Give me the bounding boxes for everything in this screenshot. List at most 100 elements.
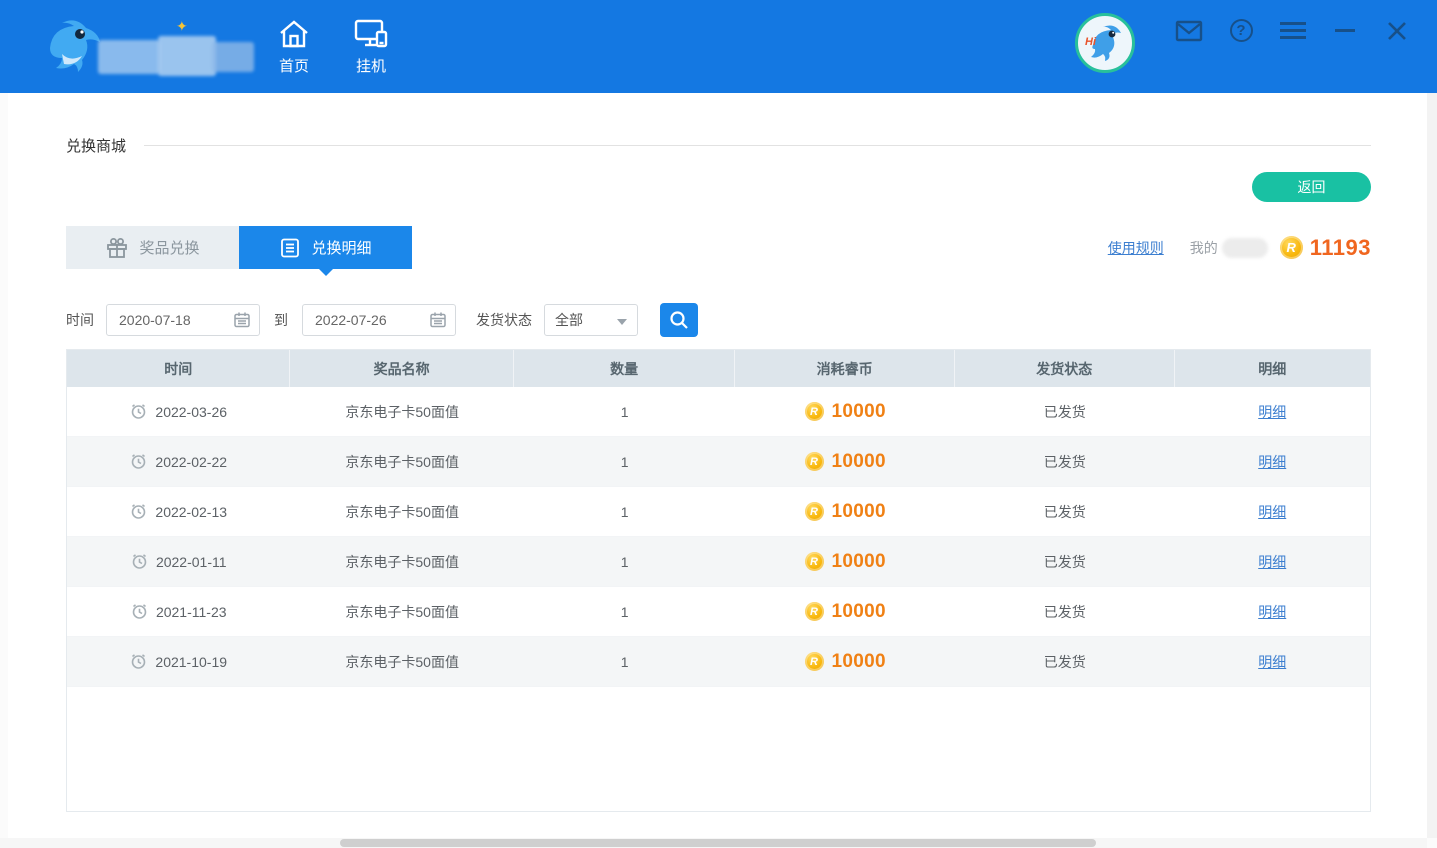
row-status: 已发货: [955, 587, 1175, 636]
app-logo: ✦: [40, 12, 255, 82]
table-row: 2021-10-19 京东电子卡50面值 1 R10000 已发货 明细: [67, 637, 1370, 687]
clock-icon: [130, 503, 147, 520]
time-filter-label: 时间: [66, 310, 94, 330]
table-row: 2021-11-23 京东电子卡50面值 1 R10000 已发货 明细: [67, 587, 1370, 637]
row-date: 2022-02-22: [155, 454, 227, 470]
row-status: 已发货: [955, 537, 1175, 586]
clock-icon: [130, 653, 147, 670]
avatar-hi-text: Hi: [1085, 36, 1096, 48]
censored-logo-text: [212, 42, 254, 72]
close-icon[interactable]: [1383, 18, 1411, 44]
row-date: 2022-01-11: [156, 554, 227, 570]
row-detail-link[interactable]: 明细: [1258, 552, 1286, 572]
row-detail-link[interactable]: 明细: [1258, 502, 1286, 522]
row-detail-link[interactable]: 明细: [1258, 602, 1286, 622]
balance-area: 使用规则 我的 R 11193: [1108, 235, 1371, 261]
gift-icon: [105, 236, 129, 260]
nav-idle-label: 挂机: [356, 55, 386, 76]
tab-prize-exchange[interactable]: 奖品兑换: [66, 226, 239, 269]
censored-logo-text: [98, 40, 160, 74]
col-header-status: 发货状态: [955, 350, 1175, 387]
row-cost: 10000: [832, 601, 886, 623]
row-cost: 10000: [832, 401, 886, 423]
filter-bar: 时间 到: [66, 303, 1371, 337]
row-detail-link[interactable]: 明细: [1258, 652, 1286, 672]
table-header-row: 时间 奖品名称 数量 消耗睿币 发货状态 明细: [67, 350, 1370, 387]
chevron-down-icon: [617, 319, 627, 325]
page-title: 兑换商城: [66, 135, 126, 156]
monitor-icon: [353, 18, 389, 50]
tab-exchange-details-label: 兑换明细: [311, 237, 371, 258]
back-button[interactable]: 返回: [1252, 172, 1371, 202]
main-content: 兑换商城 返回: [8, 93, 1427, 838]
search-button[interactable]: [660, 303, 698, 337]
scrollbar-thumb[interactable]: [340, 839, 1096, 847]
row-status: 已发货: [955, 387, 1175, 436]
coin-icon: R: [805, 402, 824, 421]
col-header-cost: 消耗睿币: [735, 350, 955, 387]
row-detail-link[interactable]: 明细: [1258, 452, 1286, 472]
horizontal-scrollbar[interactable]: [0, 838, 1427, 848]
help-icon[interactable]: ?: [1227, 18, 1255, 44]
titlebar-right: Hi ?: [1075, 17, 1411, 77]
search-icon: [668, 309, 690, 331]
nav-home-label: 首页: [279, 55, 309, 76]
balance-amount: 11193: [1310, 235, 1371, 261]
clock-icon: [131, 603, 148, 620]
titlebar-icons: ?: [1175, 18, 1411, 44]
censored-logo-text: [158, 36, 216, 76]
to-label: 到: [274, 310, 288, 330]
minimize-icon[interactable]: [1331, 18, 1359, 44]
table-row: 2022-03-26 京东电子卡50面值 1 R10000 已发货 明细: [67, 387, 1370, 437]
row-qty: 1: [514, 487, 736, 536]
sparkle-icon: ✦: [176, 18, 188, 35]
table-row: 2022-02-22 京东电子卡50面值 1 R10000 已发货 明细: [67, 437, 1370, 487]
status-select-value: 全部: [555, 310, 583, 330]
col-header-prize: 奖品名称: [290, 350, 513, 387]
col-header-qty: 数量: [514, 350, 736, 387]
usage-rules-link[interactable]: 使用规则: [1108, 238, 1164, 258]
row-date: 2022-02-13: [155, 504, 227, 520]
title-divider: [144, 145, 1371, 146]
row-detail-link[interactable]: 明细: [1258, 402, 1286, 422]
row-date: 2021-10-19: [155, 654, 227, 670]
row-prize: 京东电子卡50面值: [290, 537, 513, 586]
main-nav: 首页 挂机: [277, 18, 389, 76]
exchange-history-table: 时间 奖品名称 数量 消耗睿币 发货状态 明细 2022-03-26 京东电子卡…: [66, 349, 1371, 812]
clock-icon: [130, 403, 147, 420]
menu-icon[interactable]: [1279, 18, 1307, 44]
tab-bar: 奖品兑换 兑换明细: [66, 226, 412, 269]
row-qty: 1: [514, 437, 736, 486]
status-select[interactable]: 全部: [544, 304, 638, 336]
coin-icon: R: [805, 602, 824, 621]
row-qty: 1: [514, 387, 736, 436]
mail-icon[interactable]: [1175, 18, 1203, 44]
row-cost: 10000: [832, 651, 886, 673]
col-header-detail: 明细: [1175, 350, 1370, 387]
row-cost: 10000: [832, 551, 886, 573]
table-row: 2022-01-11 京东电子卡50面值 1 R 10000 已发货 明细: [67, 537, 1370, 587]
clock-icon: [130, 453, 147, 470]
row-date: 2021-11-23: [156, 604, 227, 620]
nav-item-idle[interactable]: 挂机: [353, 18, 389, 76]
row-qty: 1: [514, 637, 736, 686]
row-prize: 京东电子卡50面值: [290, 387, 513, 436]
row-cost: 10000: [832, 501, 886, 523]
my-balance-label: 我的: [1190, 238, 1218, 258]
tab-exchange-details[interactable]: 兑换明细: [239, 226, 412, 269]
nav-item-home[interactable]: 首页: [277, 18, 311, 76]
date-from-input[interactable]: [106, 304, 260, 336]
coin-icon: R: [805, 552, 824, 571]
coin-icon: R: [1280, 236, 1303, 259]
censored-balance-name: [1222, 238, 1268, 258]
vertical-scrollbar[interactable]: [1427, 93, 1437, 838]
coin-icon: R: [805, 452, 824, 471]
table-row: 2022-02-13 京东电子卡50面值 1 R10000 已发货 明细: [67, 487, 1370, 537]
coin-icon: R: [805, 502, 824, 521]
row-cost: 10000: [832, 451, 886, 473]
date-to-input[interactable]: [302, 304, 456, 336]
user-avatar[interactable]: Hi: [1075, 13, 1135, 73]
row-qty: 1: [514, 537, 736, 586]
coin-icon: R: [805, 652, 824, 671]
row-prize: 京东电子卡50面值: [290, 637, 513, 686]
